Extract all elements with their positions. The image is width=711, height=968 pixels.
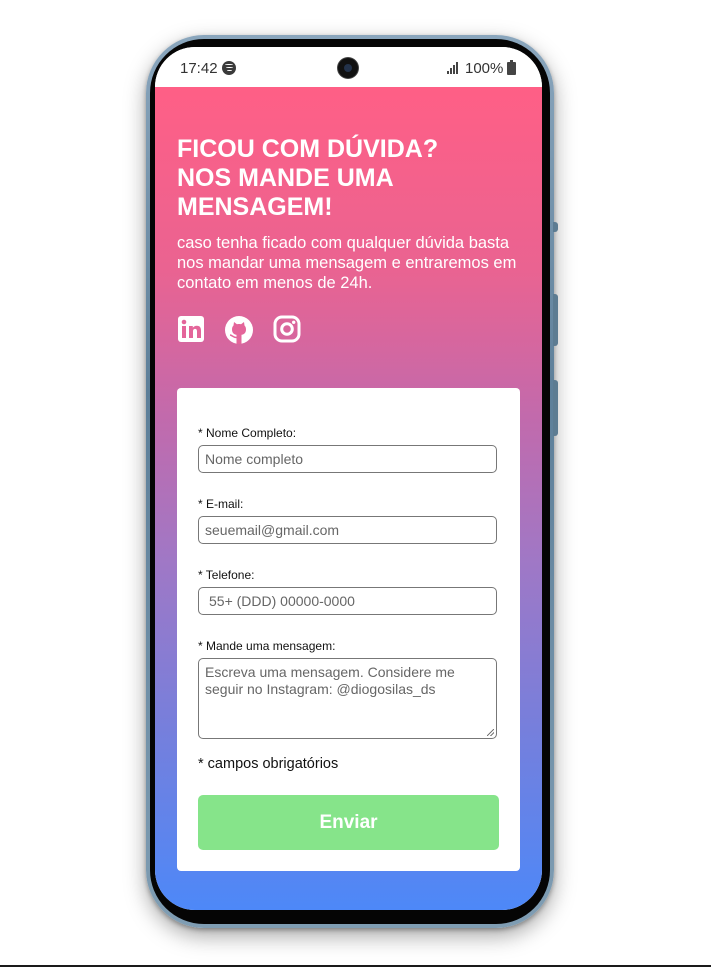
page-title: FICOU COM DÚVIDA? NOS MANDE UMA MENSAGEM…	[177, 135, 439, 221]
phone-screen: 17:42 100% FICOU COM DÚVIDA? NOS MANDE U…	[155, 47, 542, 910]
instagram-icon[interactable]	[273, 315, 301, 343]
message-placeholder: Escreva uma mensagem. Considere me segui…	[205, 664, 455, 697]
github-icon[interactable]	[224, 315, 253, 344]
phone-label: * Telefone:	[198, 568, 255, 582]
email-input[interactable]: seuemail@gmail.com	[198, 516, 497, 544]
resize-handle-icon[interactable]	[487, 729, 494, 736]
status-bar: 17:42 100%	[155, 47, 542, 87]
message-textarea[interactable]: Escreva uma mensagem. Considere me segui…	[198, 658, 497, 739]
email-placeholder: seuemail@gmail.com	[205, 522, 340, 538]
name-input[interactable]: Nome completo	[198, 445, 497, 473]
phone-power-button	[553, 380, 558, 436]
contact-section: FICOU COM DÚVIDA? NOS MANDE UMA MENSAGEM…	[155, 87, 542, 910]
phone-volume-button	[553, 294, 558, 346]
phone-input[interactable]: 55+ (DDD) 00000-0000	[198, 587, 497, 615]
battery-icon	[507, 60, 516, 75]
required-fields-note: * campos obrigatórios	[198, 756, 339, 772]
phone-placeholder: 55+ (DDD) 00000-0000	[209, 593, 355, 609]
page-divider	[0, 965, 711, 967]
status-time: 17:42	[180, 60, 218, 77]
name-placeholder: Nome completo	[205, 451, 304, 467]
signal-icon	[447, 61, 459, 74]
contact-form: * Nome Completo: Nome completo * E-mail:…	[177, 388, 520, 871]
name-label: * Nome Completo:	[198, 426, 297, 440]
battery-percentage: 100%	[465, 60, 504, 77]
email-label: * E-mail:	[198, 497, 244, 511]
linkedin-icon[interactable]	[177, 315, 205, 343]
phone-side-button	[553, 222, 558, 232]
camera-icon	[338, 58, 358, 78]
page-subtitle: caso tenha ficado com qualquer dúvida ba…	[177, 234, 517, 292]
message-label: * Mande uma mensagem:	[198, 639, 336, 653]
submit-button[interactable]: Enviar	[198, 795, 499, 850]
spotify-icon	[222, 61, 236, 75]
